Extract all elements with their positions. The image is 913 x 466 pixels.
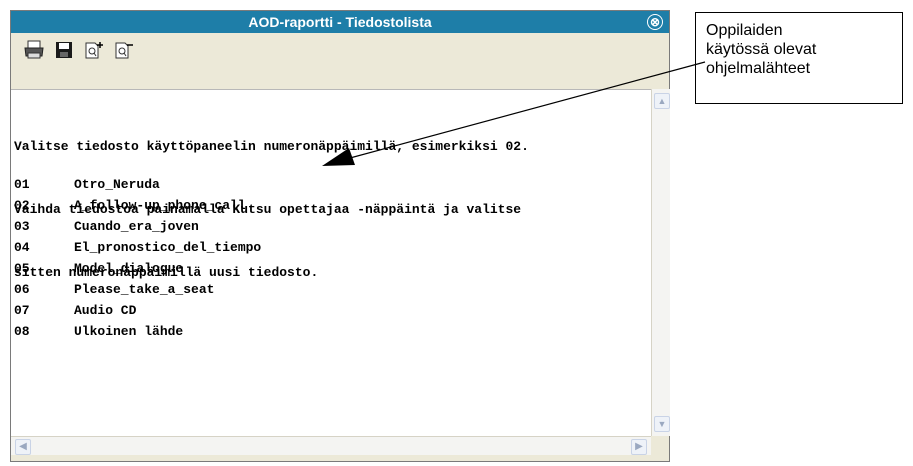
callout-arrow <box>322 61 706 166</box>
